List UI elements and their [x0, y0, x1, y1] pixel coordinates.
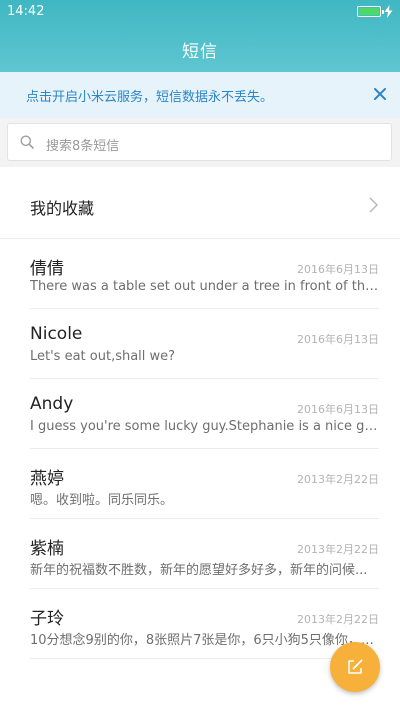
page-title: 短信	[182, 42, 218, 62]
message-preview: I guess you're some lucky guy.Stephanie …	[30, 419, 379, 434]
favorites-label: 我的收藏	[30, 199, 95, 218]
message-preview: Let's eat out,shall we?	[30, 349, 176, 364]
cloud-service-banner[interactable]: 点击开启小米云服务，短信数据永不丢失。	[0, 72, 400, 118]
message-item[interactable]: Nicole 2016年6月13日 Let's eat out,shall we…	[30, 309, 379, 379]
message-list: 倩倩 2016年6月13日 There was a table set out …	[0, 239, 400, 659]
message-date: 2013年2月22日	[297, 543, 379, 556]
chevron-right-icon	[369, 197, 378, 213]
search-area: 搜索8条短信	[0, 118, 400, 167]
compose-icon	[348, 659, 363, 674]
search-placeholder: 搜索8条短信	[46, 139, 120, 154]
message-preview: 新年的祝福数不胜数，新年的愿望好多好多，新年的问候...	[30, 563, 368, 578]
search-input[interactable]: 搜索8条短信	[7, 123, 392, 161]
search-icon	[20, 135, 34, 149]
message-item[interactable]: 子玲 2013年2月22日 10分想念9别的你，8张照片7张是你，6只小狗5只像…	[30, 589, 379, 659]
message-item[interactable]: 紫楠 2013年2月22日 新年的祝福数不胜数，新年的愿望好多好多，新年的问候.…	[30, 519, 379, 589]
message-preview: 10分想念9别的你，8张照片7张是你，6只小狗5只像你，4...	[30, 633, 379, 648]
banner-text[interactable]: 点击开启小米云服务，短信数据永不丢失。	[26, 86, 273, 105]
message-preview: There was a table set out under a tree i…	[30, 279, 379, 294]
compose-button[interactable]	[330, 642, 380, 692]
close-icon[interactable]	[373, 87, 387, 101]
message-sender: 紫楠	[30, 539, 64, 559]
message-date: 2013年2月22日	[297, 613, 379, 626]
app-header: 14:42 短信	[0, 0, 400, 72]
message-item[interactable]: 燕婷 2013年2月22日 嗯。收到啦。同乐同乐。	[30, 449, 379, 519]
status-bar: 14:42	[0, 0, 400, 24]
message-sender: 子玲	[30, 609, 64, 629]
message-date: 2016年6月13日	[297, 333, 379, 346]
message-item[interactable]: Andy 2016年6月13日 I guess you're some luck…	[30, 379, 379, 449]
message-date: 2013年2月22日	[297, 473, 379, 486]
status-time: 14:42	[7, 4, 45, 19]
message-date: 2016年6月13日	[297, 403, 379, 416]
message-item[interactable]: 倩倩 2016年6月13日 There was a table set out …	[30, 239, 379, 309]
message-sender: Andy	[30, 394, 74, 414]
favorites-row[interactable]: 我的收藏	[0, 171, 400, 239]
battery-icon	[357, 6, 384, 17]
message-sender: 燕婷	[30, 469, 64, 489]
message-date: 2016年6月13日	[297, 263, 379, 276]
message-preview: 嗯。收到啦。同乐同乐。	[30, 493, 174, 508]
battery-level-fill	[359, 8, 379, 15]
message-sender: Nicole	[30, 324, 83, 344]
message-sender: 倩倩	[30, 259, 64, 279]
charging-icon	[384, 5, 393, 18]
